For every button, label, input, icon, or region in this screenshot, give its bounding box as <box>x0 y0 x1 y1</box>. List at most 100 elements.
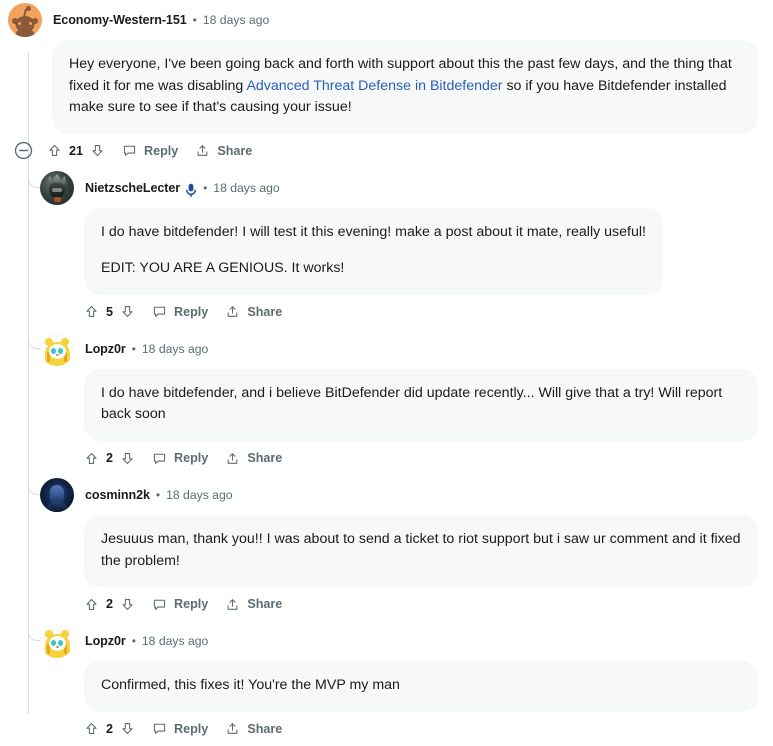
comment-actions: 2 Reply Share <box>84 441 758 475</box>
collapse-minus-circle-icon[interactable] <box>14 141 33 160</box>
upvote-arrow-icon[interactable] <box>47 143 62 158</box>
share-label: Share <box>247 721 283 736</box>
comment-body: Jesuuus man, thank you!! I was about to … <box>84 515 758 588</box>
share-arrow-icon <box>225 721 240 736</box>
snoo-eye-right-icon <box>29 22 32 25</box>
comment-author[interactable]: Lopz0r <box>85 342 126 356</box>
share-button[interactable]: Share <box>225 451 282 466</box>
upvote-arrow-icon[interactable] <box>84 597 99 612</box>
reply-list: NietzscheLecter • 18 days ago I do have bit… <box>0 168 773 746</box>
avatar-cat[interactable] <box>40 624 74 659</box>
share-button[interactable]: Share <box>225 721 282 736</box>
comment-thread: Economy-Western-151 • 18 days ago Hey ev… <box>0 0 773 746</box>
comment-paragraph: Confirmed, this fixes it! You're the MVP… <box>101 677 400 694</box>
vote-group: 2 <box>84 597 135 612</box>
comment-bubble-icon <box>152 451 167 466</box>
comment-author[interactable]: cosminn2k <box>85 488 150 502</box>
upvote-arrow-icon[interactable] <box>84 451 99 466</box>
vote-group: 5 <box>84 304 135 319</box>
cat-nose-icon <box>56 353 59 356</box>
comment-header: Lopz0r • 18 days ago <box>40 329 773 369</box>
share-button[interactable]: Share <box>195 143 252 158</box>
reply-button[interactable]: Reply <box>152 597 208 612</box>
share-label: Share <box>247 451 283 466</box>
comment-header: Lopz0r • 18 days ago <box>40 621 773 661</box>
reply-label: Reply <box>174 597 209 612</box>
comment-author[interactable]: Lopz0r <box>85 634 126 648</box>
avatar-economy-western-151[interactable] <box>8 3 42 37</box>
knight-visor-icon <box>52 187 62 192</box>
vote-group: 21 <box>47 143 105 158</box>
reply-button[interactable]: Reply <box>152 721 208 736</box>
downvote-arrow-icon[interactable] <box>120 304 135 319</box>
reply-button[interactable]: Reply <box>152 451 208 466</box>
share-arrow-icon <box>195 143 210 158</box>
comment-timestamp: 18 days ago <box>141 341 209 356</box>
share-button[interactable]: Share <box>225 597 282 612</box>
comment-root: Economy-Western-151 • 18 days ago Hey ev… <box>0 0 773 168</box>
vote-count: 2 <box>106 451 114 466</box>
comment-body: Confirmed, this fixes it! You're the MVP… <box>84 661 758 712</box>
comment-reply: Lopz0r • 18 days ago Confirmed, this fixes … <box>0 621 773 746</box>
comment-header: NietzscheLecter • 18 days ago <box>40 168 773 208</box>
comment-paragraph: I do have bitdefender! I will test it th… <box>101 223 646 240</box>
share-arrow-icon <box>225 597 240 612</box>
meta-separator: • <box>155 488 161 503</box>
knight-emblem-icon <box>54 196 61 202</box>
comment-body: I do have bitdefender! I will test it th… <box>84 207 663 295</box>
comment-reply: NietzscheLecter • 18 days ago I do have bit… <box>0 168 773 329</box>
vote-group: 2 <box>84 721 135 736</box>
avatar-nightface[interactable] <box>40 478 74 513</box>
downvote-arrow-icon[interactable] <box>90 143 105 158</box>
cat-eye-right-icon <box>58 347 63 354</box>
comment-timestamp: 18 days ago <box>166 488 233 503</box>
comment-bubble-icon <box>152 304 167 319</box>
comment-timestamp: 18 days ago <box>141 634 209 649</box>
comment-timestamp: 18 days ago <box>202 13 270 27</box>
share-label: Share <box>247 597 283 612</box>
reply-label: Reply <box>174 304 209 319</box>
downvote-arrow-icon[interactable] <box>120 597 135 612</box>
comment-header: cosminn2k • 18 days ago <box>40 475 773 515</box>
vote-count: 2 <box>106 597 114 612</box>
microphone-icon <box>185 183 197 197</box>
meta-separator: • <box>192 13 197 27</box>
upvote-arrow-icon[interactable] <box>84 721 99 736</box>
share-label: Share <box>217 143 253 158</box>
downvote-arrow-icon[interactable] <box>120 451 135 466</box>
comment-paragraph: EDIT: YOU ARE A GENIOUS. It works! <box>101 260 345 277</box>
comment-author[interactable]: Economy-Western-151 <box>53 13 187 27</box>
comment-author[interactable]: NietzscheLecter <box>85 181 180 195</box>
comment-bubble-icon <box>152 721 167 736</box>
meta-separator: • <box>131 634 136 649</box>
upvote-arrow-icon[interactable] <box>84 304 99 319</box>
meta-separator: • <box>203 180 208 195</box>
comment-body: Hey everyone, I've been going back and f… <box>52 40 758 134</box>
comment-timestamp: 18 days ago <box>213 180 280 195</box>
vote-count: 2 <box>106 721 114 736</box>
share-arrow-icon <box>225 304 240 319</box>
reply-button[interactable]: Reply <box>122 143 178 158</box>
reply-button[interactable]: Reply <box>152 304 208 319</box>
comment-bubble-icon <box>122 143 137 158</box>
meta-separator: • <box>131 341 136 356</box>
comment-link[interactable]: Advanced Threat Defense in Bitdefender <box>246 78 502 94</box>
comment-reply: Lopz0r • 18 days ago I do have bitdefender,… <box>0 329 773 475</box>
comment-actions: 21 Reply Share <box>8 134 758 168</box>
snoo-eye-left-icon <box>18 22 21 25</box>
comment-reply: cosminn2k • 18 days ago Jesuuus man, thank … <box>0 475 773 621</box>
comment-header: Economy-Western-151 • 18 days ago <box>8 0 773 40</box>
nightface-shoulders-icon <box>46 502 68 513</box>
comment-actions: 2 Reply Share <box>84 712 758 746</box>
vote-group: 2 <box>84 451 135 466</box>
reply-label: Reply <box>174 451 209 466</box>
avatar-cat[interactable] <box>40 331 74 366</box>
share-button[interactable]: Share <box>225 304 282 319</box>
comment-paragraph: I do have bitdefender, and i believe Bit… <box>101 384 723 423</box>
share-label: Share <box>247 304 283 319</box>
downvote-arrow-icon[interactable] <box>120 721 135 736</box>
reply-label: Reply <box>144 143 179 158</box>
avatar-knight[interactable] <box>40 170 74 205</box>
comment-paragraph: Hey everyone, I've been going back and f… <box>69 54 741 119</box>
vote-count: 21 <box>69 143 84 158</box>
